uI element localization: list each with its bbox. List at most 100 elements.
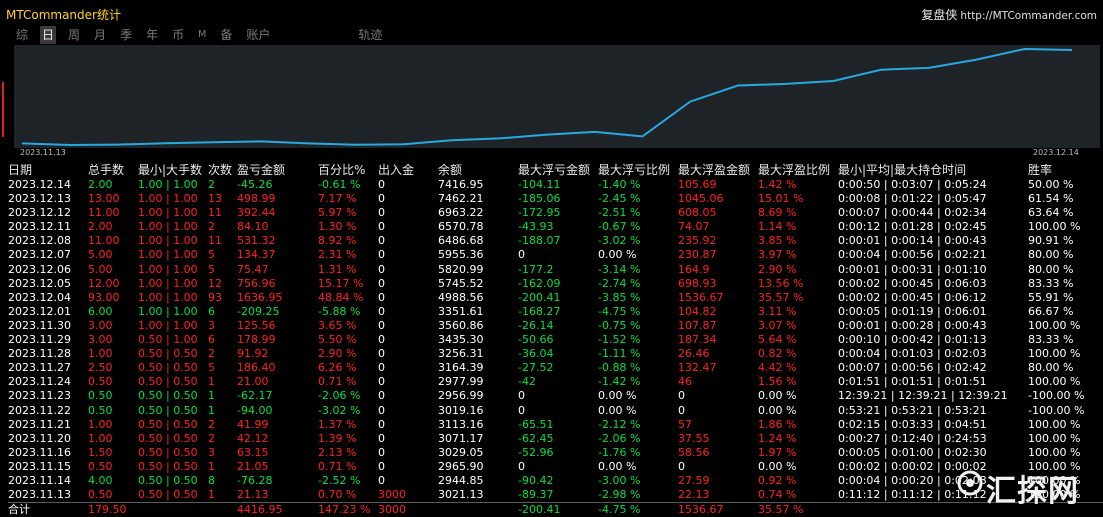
table-cell: 5.64 % — [758, 333, 796, 347]
table-cell: 0 — [378, 474, 385, 488]
table-cell: -43.93 — [518, 220, 553, 234]
table-cell: 5.00 — [88, 263, 113, 277]
tab-7[interactable]: M — [196, 26, 208, 44]
table-cell: -3.00 % — [598, 474, 640, 488]
table-cell: 0.50 — [88, 375, 113, 389]
brand-url-link[interactable]: http://MTCommander.com — [960, 10, 1097, 22]
table-cell: 2023.11.23 — [8, 389, 71, 403]
table-cell: 0.00 % — [598, 460, 636, 474]
table-cell: 100.00 % — [1028, 375, 1080, 389]
table-cell: 2023.11.15 — [8, 460, 71, 474]
table-cell: 0 — [378, 206, 385, 220]
table-cell: 0.50 | 0.50 — [138, 361, 198, 375]
table-cell: 3351.61 — [438, 305, 484, 319]
table-cell: 2023.12.01 — [8, 305, 71, 319]
table-cell: 1 — [208, 404, 215, 418]
table-cell: 5820.99 — [438, 263, 484, 277]
tab-4[interactable]: 季 — [118, 26, 134, 44]
table-cell: 2023.12.08 — [8, 234, 71, 248]
table-cell: 6.26 % — [318, 361, 356, 375]
table-cell: 0 — [378, 248, 385, 262]
table-cell: 12:39:21 | 12:39:21 | 12:39:21 — [838, 389, 1008, 403]
table-cell: 63.64 % — [1028, 206, 1073, 220]
table-cell: 100.00 % — [1028, 418, 1080, 432]
table-cell: -4.75 % — [598, 503, 640, 517]
table-cell: 1.39 % — [318, 432, 356, 446]
table-cell: 2023.12.12 — [8, 206, 71, 220]
table-cell: 35.57 % — [758, 503, 803, 517]
tab-9[interactable]: 账户 — [244, 26, 272, 44]
table-cell: 100.00 % — [1028, 446, 1080, 460]
table-cell: 0.00 % — [758, 460, 796, 474]
table-cell: 0 — [518, 248, 525, 262]
table-cell: 0 — [518, 389, 525, 403]
tab-2[interactable]: 周 — [66, 26, 82, 44]
table-cell: 0 — [378, 432, 385, 446]
table-cell: 0:00:05 | 0:01:00 | 0:02:30 — [838, 446, 987, 460]
table-cell: 5745.52 — [438, 277, 484, 291]
table-cell: 2944.85 — [438, 474, 484, 488]
table-cell: 5 — [208, 263, 215, 277]
tab-10[interactable]: 轨迹 — [356, 26, 384, 44]
table-cell: 4.00 — [88, 474, 113, 488]
table-row: 2023.11.130.500.50 | 0.50121.130.70 %300… — [8, 488, 1103, 502]
table-cell: 0:00:12 | 0:01:28 | 0:02:45 — [838, 220, 987, 234]
table-cell: -2.06 % — [598, 432, 640, 446]
tab-5[interactable]: 年 — [144, 26, 160, 44]
tab-0[interactable]: 综 — [14, 26, 30, 44]
table-cell: 74.07 — [678, 220, 710, 234]
table-cell: 15.01 % — [758, 192, 803, 206]
chart-end-date: 2023.12.14 — [1033, 148, 1079, 157]
table-row: 2023.12.142.001.00 | 1.002-45.26-0.61 %0… — [8, 178, 1103, 192]
table-row: 2023.11.201.000.50 | 0.50242.121.39 %030… — [8, 432, 1103, 446]
table-cell: -1.42 % — [598, 375, 640, 389]
table-cell: 105.69 — [678, 178, 717, 192]
table-row: 2023.11.293.000.50 | 1.006178.995.50 %03… — [8, 333, 1103, 347]
table-cell: -185.06 — [518, 192, 560, 206]
table-cell: 6963.22 — [438, 206, 484, 220]
table-cell: 1.00 | 1.00 — [138, 263, 198, 277]
table-cell: 2023.12.11 — [8, 220, 71, 234]
table-cell: 11.00 — [88, 206, 120, 220]
table-cell: 100.00 % — [1028, 319, 1080, 333]
table-cell: -0.75 % — [598, 319, 640, 333]
table-cell: -90.42 — [518, 474, 553, 488]
table-cell: -162.09 — [518, 277, 560, 291]
table-cell: 0 — [378, 361, 385, 375]
table-cell: -42 — [518, 375, 536, 389]
table-cell: 2023.11.27 — [8, 361, 71, 375]
table-cell: -188.07 — [518, 234, 560, 248]
table-cell: 2023.11.20 — [8, 432, 71, 446]
table-cell: 2 — [208, 432, 215, 446]
table-cell: 107.87 — [678, 319, 717, 333]
table-row: 2023.11.272.500.50 | 0.505186.406.26 %03… — [8, 361, 1103, 375]
table-cell: 0 — [378, 277, 385, 291]
column-header: 最大浮亏比例 — [598, 162, 670, 178]
table-cell: 2.50 — [88, 361, 113, 375]
table-cell: 21.05 — [237, 460, 269, 474]
tab-3[interactable]: 月 — [92, 26, 108, 44]
table-cell: -2.51 % — [598, 206, 640, 220]
table-cell: 0.00 % — [598, 404, 636, 418]
table-cell: -94.00 — [237, 404, 272, 418]
table-cell: 3000 — [378, 503, 406, 517]
table-cell: 8.92 % — [318, 234, 356, 248]
table-cell: 58.56 — [678, 446, 710, 460]
table-cell: 0 — [378, 347, 385, 361]
table-cell: 3164.39 — [438, 361, 484, 375]
table-cell: 1.37 % — [318, 418, 356, 432]
tab-1[interactable]: 日 — [40, 26, 56, 44]
table-cell: 2023.11.22 — [8, 404, 71, 418]
table-cell: -62.17 — [237, 389, 272, 403]
table-cell: 21.00 — [237, 375, 269, 389]
table-cell: -1.76 % — [598, 446, 640, 460]
table-cell: 1.86 % — [758, 418, 796, 432]
table-cell: 3113.16 — [438, 418, 484, 432]
tab-6[interactable]: 币 — [170, 26, 186, 44]
table-cell: 7.17 % — [318, 192, 356, 206]
table-cell: 1.14 % — [758, 220, 796, 234]
table-cell: 179.50 — [88, 503, 127, 517]
table-cell: 0:00:02 | 0:00:45 | 0:06:12 — [838, 291, 987, 305]
tab-8[interactable]: 备 — [218, 26, 234, 44]
table-cell: 1.00 | 1.00 — [138, 192, 198, 206]
